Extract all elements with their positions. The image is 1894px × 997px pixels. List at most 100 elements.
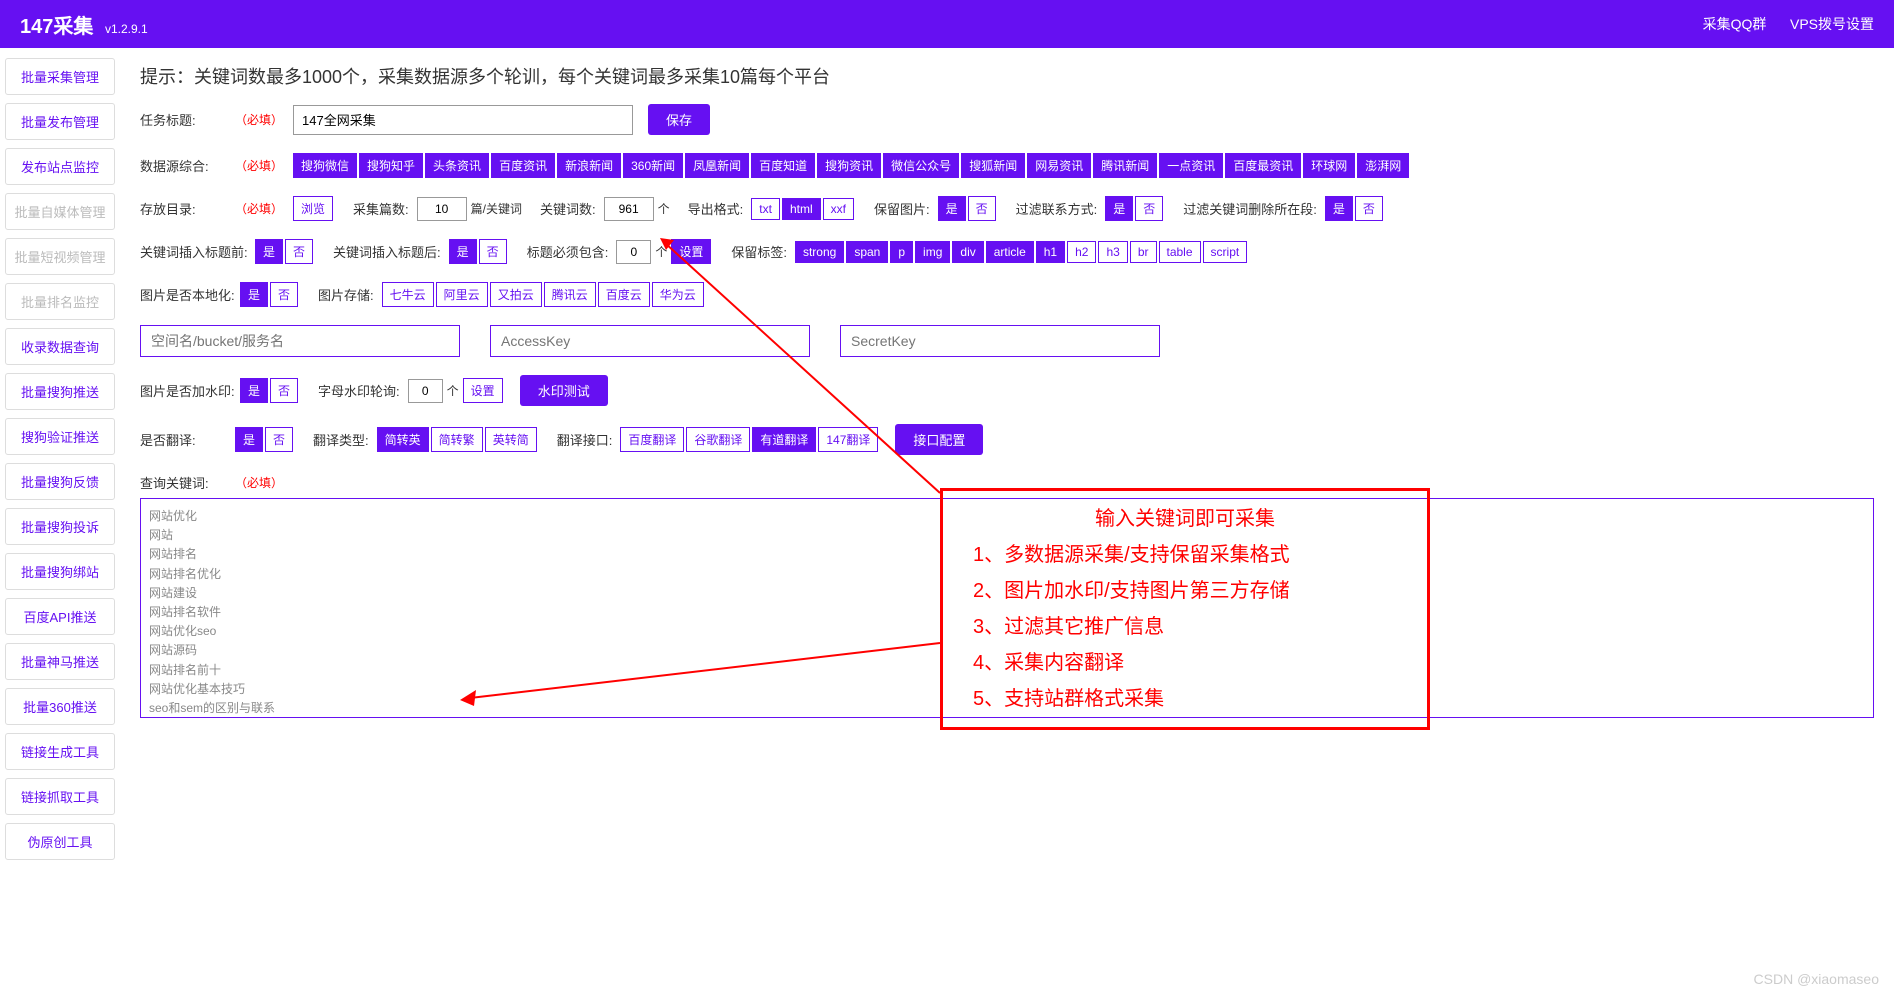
keeptag-img[interactable]: img [915, 241, 950, 263]
sidebar-item-7[interactable]: 批量搜狗推送 [5, 373, 115, 410]
keeptag-strong[interactable]: strong [795, 241, 844, 263]
required-mark: （必填） [235, 200, 283, 217]
annotation-box: 输入关键词即可采集 1、多数据源采集/支持保留采集格式 2、图片加水印/支持图片… [940, 488, 1430, 730]
cloud-5[interactable]: 华为云 [652, 282, 704, 307]
insafter-no[interactable]: 否 [479, 239, 507, 264]
api-config-button[interactable]: 接口配置 [895, 424, 983, 455]
transtype-0[interactable]: 简转英 [377, 427, 429, 452]
keeptag-table[interactable]: table [1159, 241, 1201, 263]
kwcount-input[interactable] [604, 197, 654, 221]
keeptag-p[interactable]: p [890, 241, 913, 263]
mustcontain-input[interactable] [616, 240, 651, 264]
sidebar-item-16[interactable]: 链接抓取工具 [5, 778, 115, 815]
sidebar-item-9[interactable]: 批量搜狗反馈 [5, 463, 115, 500]
sidebar-item-8[interactable]: 搜狗验证推送 [5, 418, 115, 455]
transtype-2[interactable]: 英转简 [485, 427, 537, 452]
export-html[interactable]: html [782, 198, 821, 220]
cloud-4[interactable]: 百度云 [598, 282, 650, 307]
keeptag-span[interactable]: span [846, 241, 888, 263]
source-tag-14[interactable]: 百度最资讯 [1225, 153, 1301, 178]
source-tag-12[interactable]: 腾讯新闻 [1093, 153, 1157, 178]
source-tag-4[interactable]: 新浪新闻 [557, 153, 621, 178]
sidebar-item-2[interactable]: 发布站点监控 [5, 148, 115, 185]
source-tag-10[interactable]: 搜狐新闻 [961, 153, 1025, 178]
sidebar: 批量采集管理批量发布管理发布站点监控批量自媒体管理批量短视频管理批量排名监控收录… [0, 48, 120, 878]
keepimg-yes[interactable]: 是 [938, 196, 966, 221]
source-tag-5[interactable]: 360新闻 [623, 153, 683, 178]
imglocal-no[interactable]: 否 [270, 282, 298, 307]
keeptag-h3[interactable]: h3 [1098, 241, 1127, 263]
header-links: 采集QQ群 VPS拨号设置 [1683, 14, 1874, 34]
sidebar-item-13[interactable]: 批量神马推送 [5, 643, 115, 680]
label-keeptag: 保留标签: [731, 242, 787, 261]
sidebar-item-10[interactable]: 批量搜狗投诉 [5, 508, 115, 545]
sidebar-item-1[interactable]: 批量发布管理 [5, 103, 115, 140]
insbefore-yes[interactable]: 是 [255, 239, 283, 264]
trans-yes[interactable]: 是 [235, 427, 263, 452]
save-button[interactable]: 保存 [648, 104, 710, 135]
space-input[interactable] [140, 325, 460, 357]
browse-button[interactable]: 浏览 [293, 196, 333, 221]
transapi-0[interactable]: 百度翻译 [620, 427, 684, 452]
insafter-yes[interactable]: 是 [449, 239, 477, 264]
sidebar-item-0[interactable]: 批量采集管理 [5, 58, 115, 95]
export-txt[interactable]: txt [751, 198, 780, 220]
source-tag-11[interactable]: 网易资讯 [1027, 153, 1091, 178]
wm-yes[interactable]: 是 [240, 378, 268, 403]
sidebar-item-15[interactable]: 链接生成工具 [5, 733, 115, 770]
source-tag-7[interactable]: 百度知道 [751, 153, 815, 178]
sidebar-item-6[interactable]: 收录数据查询 [5, 328, 115, 365]
insbefore-no[interactable]: 否 [285, 239, 313, 264]
filtercontact-no[interactable]: 否 [1135, 196, 1163, 221]
transapi-1[interactable]: 谷歌翻译 [686, 427, 750, 452]
source-tag-13[interactable]: 一点资讯 [1159, 153, 1223, 178]
filtercontact-yes[interactable]: 是 [1105, 196, 1133, 221]
trans-no[interactable]: 否 [265, 427, 293, 452]
transapi-2[interactable]: 有道翻译 [752, 427, 816, 452]
task-title-input[interactable] [293, 105, 633, 135]
source-tag-15[interactable]: 环球网 [1303, 153, 1355, 178]
cloud-1[interactable]: 阿里云 [436, 282, 488, 307]
keeptag-h1[interactable]: h1 [1036, 241, 1065, 263]
keeptag-br[interactable]: br [1130, 241, 1157, 263]
keeptag-h2[interactable]: h2 [1067, 241, 1096, 263]
keepimg-no[interactable]: 否 [968, 196, 996, 221]
sidebar-item-17[interactable]: 伪原创工具 [5, 823, 115, 860]
link-vps[interactable]: VPS拨号设置 [1790, 16, 1874, 32]
source-tag-3[interactable]: 百度资讯 [491, 153, 555, 178]
sidebar-item-11[interactable]: 批量搜狗绑站 [5, 553, 115, 590]
cloud-0[interactable]: 七牛云 [382, 282, 434, 307]
filterkw-yes[interactable]: 是 [1325, 196, 1353, 221]
wm-test-button[interactable]: 水印测试 [520, 375, 608, 406]
wm-set[interactable]: 设置 [463, 378, 503, 403]
secretkey-input[interactable] [840, 325, 1160, 357]
source-tag-1[interactable]: 搜狗知乎 [359, 153, 423, 178]
count-input[interactable] [417, 197, 467, 221]
mustcontain-set[interactable]: 设置 [671, 239, 711, 264]
sidebar-item-12[interactable]: 百度API推送 [5, 598, 115, 635]
wm-no[interactable]: 否 [270, 378, 298, 403]
wmrotate-input[interactable] [408, 379, 443, 403]
keeptag-div[interactable]: div [952, 241, 983, 263]
main-content: 提示：关键词数最多1000个，采集数据源多个轮训，每个关键词最多采集10篇每个平… [120, 48, 1894, 878]
sidebar-item-14[interactable]: 批量360推送 [5, 688, 115, 725]
export-xxf[interactable]: xxf [823, 198, 854, 220]
link-qq[interactable]: 采集QQ群 [1703, 16, 1767, 32]
transtype-1[interactable]: 简转繁 [431, 427, 483, 452]
source-tag-6[interactable]: 凤凰新闻 [685, 153, 749, 178]
cloud-3[interactable]: 腾讯云 [544, 282, 596, 307]
filterkw-no[interactable]: 否 [1355, 196, 1383, 221]
source-tag-16[interactable]: 澎湃网 [1357, 153, 1409, 178]
source-tag-2[interactable]: 头条资讯 [425, 153, 489, 178]
sidebar-item-3: 批量自媒体管理 [5, 193, 115, 230]
accesskey-input[interactable] [490, 325, 810, 357]
source-tag-9[interactable]: 微信公众号 [883, 153, 959, 178]
imglocal-yes[interactable]: 是 [240, 282, 268, 307]
keeptag-script[interactable]: script [1203, 241, 1248, 263]
cloud-2[interactable]: 又拍云 [490, 282, 542, 307]
keeptag-article[interactable]: article [986, 241, 1034, 263]
source-tag-0[interactable]: 搜狗微信 [293, 153, 357, 178]
source-tag-8[interactable]: 搜狗资讯 [817, 153, 881, 178]
transapi-3[interactable]: 147翻译 [818, 427, 878, 452]
required-mark: （必填） [235, 474, 283, 491]
